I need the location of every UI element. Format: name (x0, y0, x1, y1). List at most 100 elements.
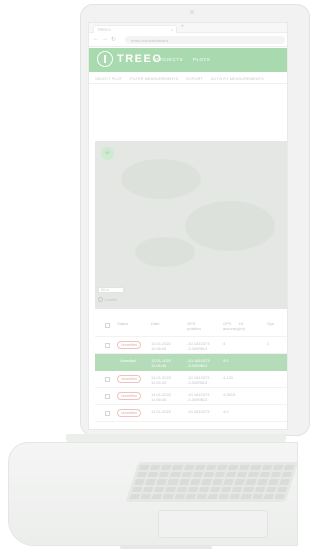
keyboard-key (140, 493, 152, 499)
keyboard-key (212, 479, 223, 485)
keyboard-key (229, 493, 241, 499)
keyboard-key (263, 493, 275, 499)
address-bar[interactable]: treeo.one/dashboard (125, 36, 285, 44)
nav-projects[interactable]: PROJECTS (155, 57, 183, 62)
keyboard-key (145, 479, 157, 485)
keyboard-key (169, 472, 181, 478)
cell-gps: -10.1810373 -3.3499813 (187, 358, 210, 368)
camera-dot (190, 10, 194, 14)
cell-accuracy: 4.130 (223, 375, 234, 380)
keyboard-key (192, 472, 204, 478)
cell-species: 1 (267, 341, 270, 346)
laptop-front-lip (120, 546, 212, 549)
keyboard-key (240, 493, 252, 499)
keyboard-key (201, 479, 212, 485)
table-row[interactable]: Unverified 14.01.2022 11:06:43 -10.1810373… (95, 371, 287, 388)
tree-logo-icon (97, 51, 113, 67)
browser-nav-bar: ← → ↻ treeo.one/dashboard (89, 33, 287, 47)
keyboard-key (232, 486, 243, 492)
row-checkbox[interactable] (105, 394, 110, 399)
keyboard-key (187, 486, 199, 492)
status-badge: Unverified (120, 359, 136, 363)
browser-tab[interactable]: TREEO × (93, 25, 177, 33)
brand-logo[interactable]: TREEO (97, 51, 162, 67)
keyboard (125, 462, 299, 502)
table-row[interactable]: Unverified 14.01.2022 -10.1810373 4.0 (95, 405, 287, 422)
status-badge: Unverified (117, 392, 141, 400)
cell-date: 13.01.2022 11:06:43 (151, 358, 172, 368)
row-checkbox[interactable] (105, 377, 110, 382)
keyboard-key (236, 472, 248, 478)
row-checkbox[interactable] (105, 343, 110, 348)
table-row[interactable]: Unverified 13.01.2022 11:06:43 -10.1810373… (95, 337, 287, 354)
close-icon[interactable]: × (171, 27, 173, 32)
forward-icon[interactable]: → (102, 36, 108, 42)
map-attribution-text: Leaflet (105, 297, 118, 302)
keyboard-key (256, 479, 268, 485)
map-view[interactable]: + 50 m Leaflet (95, 141, 287, 309)
keyboard-key (214, 472, 226, 478)
cell-gps: -10.1810373 -3.3499813 (187, 392, 210, 402)
cell-gps: -10.1810373 -3.3499813 (187, 341, 210, 351)
nav-plots[interactable]: PLOTS (193, 57, 210, 62)
keyboard-key (209, 486, 221, 492)
column-header-height[interactable]: Ht (m) (239, 321, 245, 331)
row-checkbox[interactable] (105, 411, 110, 416)
keyboard-key (156, 479, 168, 485)
keyboard-key (138, 465, 150, 471)
toolbar-item-export[interactable]: EXPORT (186, 76, 202, 81)
keyboard-key (218, 493, 230, 499)
keyboard-key (162, 493, 174, 499)
toolbar-item-select-plot[interactable]: SELECT PLOT (95, 76, 122, 81)
keyboard-key (194, 465, 206, 471)
measurements-table: Status Date GPS position GPS accuracy Ht… (95, 315, 287, 422)
keyboard-key (207, 493, 219, 499)
keyboard-key (181, 472, 192, 478)
toolbar-item-activity[interactable]: ACTIVITY MEASUREMENTS (211, 76, 264, 81)
keyboard-key (272, 465, 284, 471)
cell-gps: -10.1810373 (187, 409, 210, 414)
back-icon[interactable]: ← (93, 36, 99, 42)
map-attribution[interactable]: Leaflet (98, 297, 117, 302)
app-header: TREEO PROJECTS PLOTS (89, 48, 287, 72)
keyboard-key (129, 493, 141, 499)
column-header-date[interactable]: Date (151, 321, 159, 326)
keyboard-key (149, 465, 161, 471)
table-row[interactable]: Unverified 14.01.2022 11:06:43 -10.1810373… (95, 388, 287, 405)
status-badge: Unverified (117, 375, 141, 383)
keyboard-key (279, 479, 290, 485)
keyboard-key (147, 472, 159, 478)
keyboard-key (165, 486, 177, 492)
keyboard-key (142, 486, 154, 492)
cell-gps: -10.1810373 -3.3499813 (187, 375, 210, 385)
keyboard-key (178, 479, 190, 485)
column-header-gps[interactable]: GPS position (187, 321, 201, 331)
keyboard-key (134, 479, 145, 485)
reload-icon[interactable]: ↻ (111, 36, 116, 43)
keyboard-key (167, 479, 179, 485)
keyboard-key (283, 465, 295, 471)
table-row[interactable]: Unverified 13.01.2022 11:06:43 -10.1810373… (95, 354, 287, 371)
toolbar-item-filter[interactable]: FILTER MEASUREMENTS (130, 76, 178, 81)
keyboard-key (252, 493, 263, 499)
browser-tab-title: TREEO (97, 27, 111, 32)
new-tab-icon[interactable]: + (181, 24, 185, 30)
zoom-in-button[interactable]: + (101, 147, 114, 160)
column-header-species[interactable]: Spe (267, 321, 274, 326)
trackpad (158, 510, 268, 538)
column-header-accuracy[interactable]: GPS accuracy (223, 321, 239, 331)
cell-accuracy: 4.0 (223, 409, 229, 414)
column-header-status[interactable]: Status (117, 321, 128, 326)
cell-accuracy: 4.0615 (223, 392, 236, 397)
keyboard-key (185, 493, 197, 499)
keyboard-key (196, 493, 208, 499)
info-icon (98, 297, 103, 302)
map-terrain (135, 237, 195, 267)
keyboard-key (189, 479, 201, 485)
keyboard-key (245, 479, 257, 485)
keyboard-key (205, 465, 217, 471)
keyboard-key (154, 486, 165, 492)
select-all-checkbox[interactable] (105, 323, 110, 328)
keyboard-key (239, 465, 250, 471)
cell-date: 14.01.2022 (151, 409, 172, 414)
